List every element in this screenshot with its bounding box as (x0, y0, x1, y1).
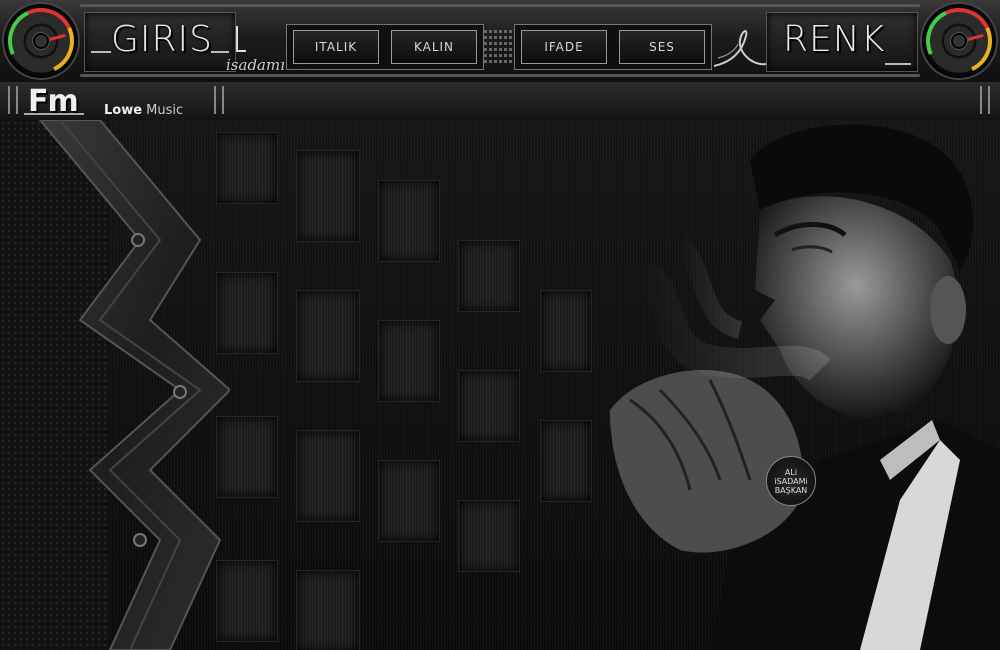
format-button-group: ITALIK KALIN (286, 24, 484, 70)
bg-tile (458, 370, 520, 442)
bg-tile (296, 430, 360, 522)
signature-swirl-icon (713, 30, 767, 67)
giris-label: GIRIS (111, 19, 213, 60)
watermark-badge: ALi iSADAMi BAŞKAN (766, 456, 816, 506)
rail-top (80, 4, 920, 7)
top-toolbar: GIRIS isadamı Ali ITALIK KALIN IFADE SES… (0, 0, 1000, 84)
ses-button[interactable]: SES (619, 30, 705, 64)
kalin-button[interactable]: KALIN (391, 30, 477, 64)
bg-tile (458, 240, 520, 312)
zigzag-decoration (38, 120, 230, 650)
bg-tile (458, 500, 520, 572)
fm-logo: Fm (24, 84, 84, 119)
text-cursor-icon (236, 26, 246, 52)
left-volume-knob-icon[interactable] (0, 0, 84, 84)
rail-bottom (80, 74, 920, 77)
giris-button[interactable]: GIRIS (84, 12, 236, 72)
man-smoking-portrait-image (610, 124, 1000, 650)
bg-tile (378, 320, 440, 402)
station-name: Lowe Music (104, 103, 184, 118)
renk-label: RENK (783, 19, 886, 60)
grip-icon (484, 30, 512, 64)
bg-tile (378, 460, 440, 542)
media-button-group: IFADE SES (514, 24, 712, 70)
renk-button[interactable]: RENK (766, 12, 918, 72)
bg-tile (378, 180, 440, 262)
italik-button[interactable]: ITALIK (293, 30, 379, 64)
right-volume-knob-icon[interactable] (916, 0, 1000, 84)
bg-tile (296, 570, 360, 650)
ifade-button[interactable]: IFADE (521, 30, 607, 64)
bg-tile (296, 150, 360, 242)
bg-tile (296, 290, 360, 382)
